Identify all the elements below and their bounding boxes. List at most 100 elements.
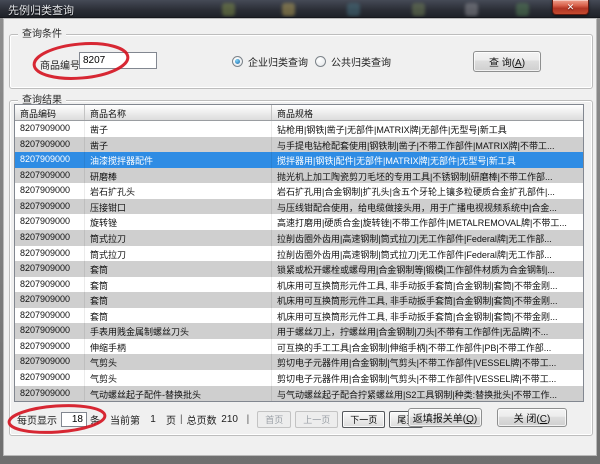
close-window-icon[interactable]: ✕ — [552, 0, 589, 15]
radio-selected-icon[interactable] — [232, 56, 243, 67]
results-table: 商品编码 商品名称 商品规格 8207909000凿子钻枪用|钢铁|凿子|无部件… — [14, 104, 584, 402]
close-button-label-end: ) — [547, 414, 550, 425]
background-app-icon — [516, 3, 529, 16]
search-button-mnemonic: A — [515, 58, 522, 69]
cell-spec: 钻枪用|钢铁|凿子|无部件|MATRIX牌|无部件|无型号|新工具 — [272, 121, 583, 137]
cell-code: 8207909000 — [15, 230, 85, 246]
query-group-title: 查询条件 — [18, 28, 66, 41]
table-row[interactable]: 8207909000凿子钻枪用|钢铁|凿子|无部件|MATRIX牌|无部件|无型… — [15, 121, 583, 137]
table-row[interactable]: 8207909000研磨棒抛光机上加工陶瓷剪刀毛坯的专用工具|不锈钢制|研磨棒|… — [15, 168, 583, 184]
cell-code: 8207909000 — [15, 152, 85, 168]
cell-name: 凿子 — [85, 121, 272, 137]
close-dialog-button[interactable]: 关 闭(C) — [497, 408, 567, 427]
close-button-mnemonic: C — [540, 414, 547, 425]
table-row[interactable]: 8207909000伸缩手柄可互换的手工工具|合金钢制|伸缩手柄|不带工作部件|… — [15, 339, 583, 355]
cell-code: 8207909000 — [15, 292, 85, 308]
cell-code: 8207909000 — [15, 261, 85, 277]
product-code-label: 商品编号 — [40, 57, 80, 72]
page-size-input[interactable] — [61, 412, 87, 427]
cell-spec: 与气动螺丝起子配合拧紧螺丝用|S2工具钢制|种类:替换批头|不带工作... — [272, 386, 583, 402]
cell-spec: 与压线钳配合使用，给电缆做接头用，用于广播电视视频系统中|合金... — [272, 199, 583, 215]
table-row[interactable]: 8207909000旋转锉高速打磨用|硬质合金|旋转锉|不带工作部件|METAL… — [15, 214, 583, 230]
cell-spec: 剪切电子元器件用|合金钢制|气剪头|不带工作部件|VESSEL牌|不带工... — [272, 354, 583, 370]
close-button-label: 关 闭( — [514, 414, 540, 425]
column-header-name[interactable]: 商品名称 — [85, 105, 272, 120]
cell-spec: 搅拌器用|钢铁|配件|无部件|MATRIX牌|无部件|无型号|新工具 — [272, 152, 583, 168]
cell-name: 气剪头 — [85, 370, 272, 386]
table-row[interactable]: 8207909000套筒机床用可互换筒形元件工具, 非手动扳手套筒|合金钢制|套… — [15, 292, 583, 308]
cell-code: 8207909000 — [15, 323, 85, 339]
cell-name: 筒式拉刀 — [85, 246, 272, 262]
first-page-button[interactable]: 首页 — [257, 411, 291, 428]
total-pages-number: 210 — [217, 414, 243, 425]
current-page-label: 当前第 — [110, 412, 140, 427]
cell-name: 岩石扩孔头 — [85, 183, 272, 199]
table-row[interactable]: 8207909000手表用贱金属制螺丝刀头用于螺丝刀上，拧螺丝用|合金钢制|刀头… — [15, 323, 583, 339]
page-size-label: 每页显示 — [17, 412, 57, 427]
cell-name: 伸缩手柄 — [85, 339, 272, 355]
separator: | — [247, 414, 250, 425]
cell-spec: 机床用可互换筒形元件工具, 非手动扳手套筒|合金钢制|套筒|不带金刚... — [272, 277, 583, 293]
page-word: 页 — [166, 412, 176, 427]
cell-spec: 锁紧或松开螺栓或螺母用|合金钢制等|锻模|工作部件材质为合金钢制|... — [272, 261, 583, 277]
background-app-icon — [347, 3, 360, 16]
radio-enterprise-query[interactable]: 企业归类查询 — [232, 54, 308, 69]
table-row[interactable]: 8207909000套筒机床用可互换筒形元件工具, 非手动扳手套筒|合金钢制|套… — [15, 277, 583, 293]
background-app-icon — [222, 3, 235, 16]
backfill-button-label-end: ) — [474, 414, 477, 425]
cell-code: 8207909000 — [15, 370, 85, 386]
table-row[interactable]: 8207909000气动螺丝起子配件-替换批头与气动螺丝起子配合拧紧螺丝用|S2… — [15, 386, 583, 402]
radio-public-query[interactable]: 公共归类查询 — [315, 54, 391, 69]
cell-code: 8207909000 — [15, 121, 85, 137]
backfill-button-label: 返填报关单( — [413, 414, 466, 425]
table-row[interactable]: 8207909000油漆搅拌器配件搅拌器用|钢铁|配件|无部件|MATRIX牌|… — [15, 152, 583, 168]
window-title: 先例归类查询 — [8, 2, 74, 18]
cell-name: 研磨棒 — [85, 168, 272, 184]
table-row[interactable]: 8207909000气剪头剪切电子元器件用|合金钢制|气剪头|不带工作部件|VE… — [15, 370, 583, 386]
prev-page-button[interactable]: 上一页 — [295, 411, 338, 428]
cell-code: 8207909000 — [15, 246, 85, 262]
next-page-button[interactable]: 下一页 — [342, 411, 385, 428]
cell-code: 8207909000 — [15, 168, 85, 184]
table-row[interactable]: 8207909000气剪头剪切电子元器件用|合金钢制|气剪头|不带工作部件|VE… — [15, 354, 583, 370]
cell-name: 手表用贱金属制螺丝刀头 — [85, 323, 272, 339]
cell-name: 套筒 — [85, 292, 272, 308]
cell-code: 8207909000 — [15, 308, 85, 324]
cell-name: 压接钳口 — [85, 199, 272, 215]
cell-name: 凿子 — [85, 137, 272, 153]
query-conditions-group: 查询条件 商品编号 企业归类查询 公共归类查询 查 询(A) — [9, 34, 593, 89]
cell-name: 气动螺丝起子配件-替换批头 — [85, 386, 272, 402]
cell-name: 套筒 — [85, 261, 272, 277]
background-app-icon — [412, 3, 425, 16]
table-row[interactable]: 8207909000凿子与手提电钻枪配套使用|钢铁制|凿子|不带工作部件|MAT… — [15, 137, 583, 153]
dialog-body: 查询条件 商品编号 企业归类查询 公共归类查询 查 询(A) 查询结果 商品编码… — [3, 18, 597, 456]
table-row[interactable]: 8207909000压接钳口与压线钳配合使用，给电缆做接头用，用于广播电视视频系… — [15, 199, 583, 215]
table-row[interactable]: 8207909000筒式拉刀拉削齿圈外齿用|高速钢制|筒式拉刀|无工作部件|Fe… — [15, 246, 583, 262]
cell-name: 油漆搅拌器配件 — [85, 152, 272, 168]
table-row[interactable]: 8207909000筒式拉刀拉削齿圈外齿用|高速钢制|筒式拉刀|无工作部件|Fe… — [15, 230, 583, 246]
cell-spec: 可互换的手工工具|合金钢制|伸缩手柄|不带工作部件|PB|不带工作部... — [272, 339, 583, 355]
column-header-spec[interactable]: 商品规格 — [272, 105, 583, 120]
radio-public-label: 公共归类查询 — [331, 54, 391, 69]
separator: | — [180, 414, 183, 425]
cell-name: 套筒 — [85, 308, 272, 324]
product-code-input[interactable] — [79, 52, 157, 69]
table-row[interactable]: 8207909000套筒锁紧或松开螺栓或螺母用|合金钢制等|锻模|工作部件材质为… — [15, 261, 583, 277]
table-header-row: 商品编码 商品名称 商品规格 — [15, 105, 583, 121]
cell-spec: 高速打磨用|硬质合金|旋转锉|不带工作部件|METALREMOVAL牌|不带工.… — [272, 214, 583, 230]
radio-unselected-icon[interactable] — [315, 56, 326, 67]
cell-code: 8207909000 — [15, 183, 85, 199]
cell-spec: 用于螺丝刀上，拧螺丝用|合金钢制|刀头|不带有工作部件|无品牌|不... — [272, 323, 583, 339]
table-row[interactable]: 8207909000套筒机床用可互换筒形元件工具, 非手动扳手套筒|合金钢制|套… — [15, 308, 583, 324]
backfill-declaration-button[interactable]: 返填报关单(Q) — [408, 408, 482, 427]
search-button-label: 查 询( — [489, 58, 515, 69]
search-button[interactable]: 查 询(A) — [473, 51, 541, 72]
total-pages-label: 总页数 — [187, 412, 217, 427]
table-row[interactable]: 8207909000岩石扩孔头岩石扩孔用|合金钢制|扩孔头|含五个牙轮上镶多粒硬… — [15, 183, 583, 199]
column-header-code[interactable]: 商品编码 — [15, 105, 85, 120]
cell-code: 8207909000 — [15, 386, 85, 402]
cell-code: 8207909000 — [15, 277, 85, 293]
cell-name: 旋转锉 — [85, 214, 272, 230]
background-app-icon — [465, 3, 478, 16]
cell-name: 套筒 — [85, 277, 272, 293]
